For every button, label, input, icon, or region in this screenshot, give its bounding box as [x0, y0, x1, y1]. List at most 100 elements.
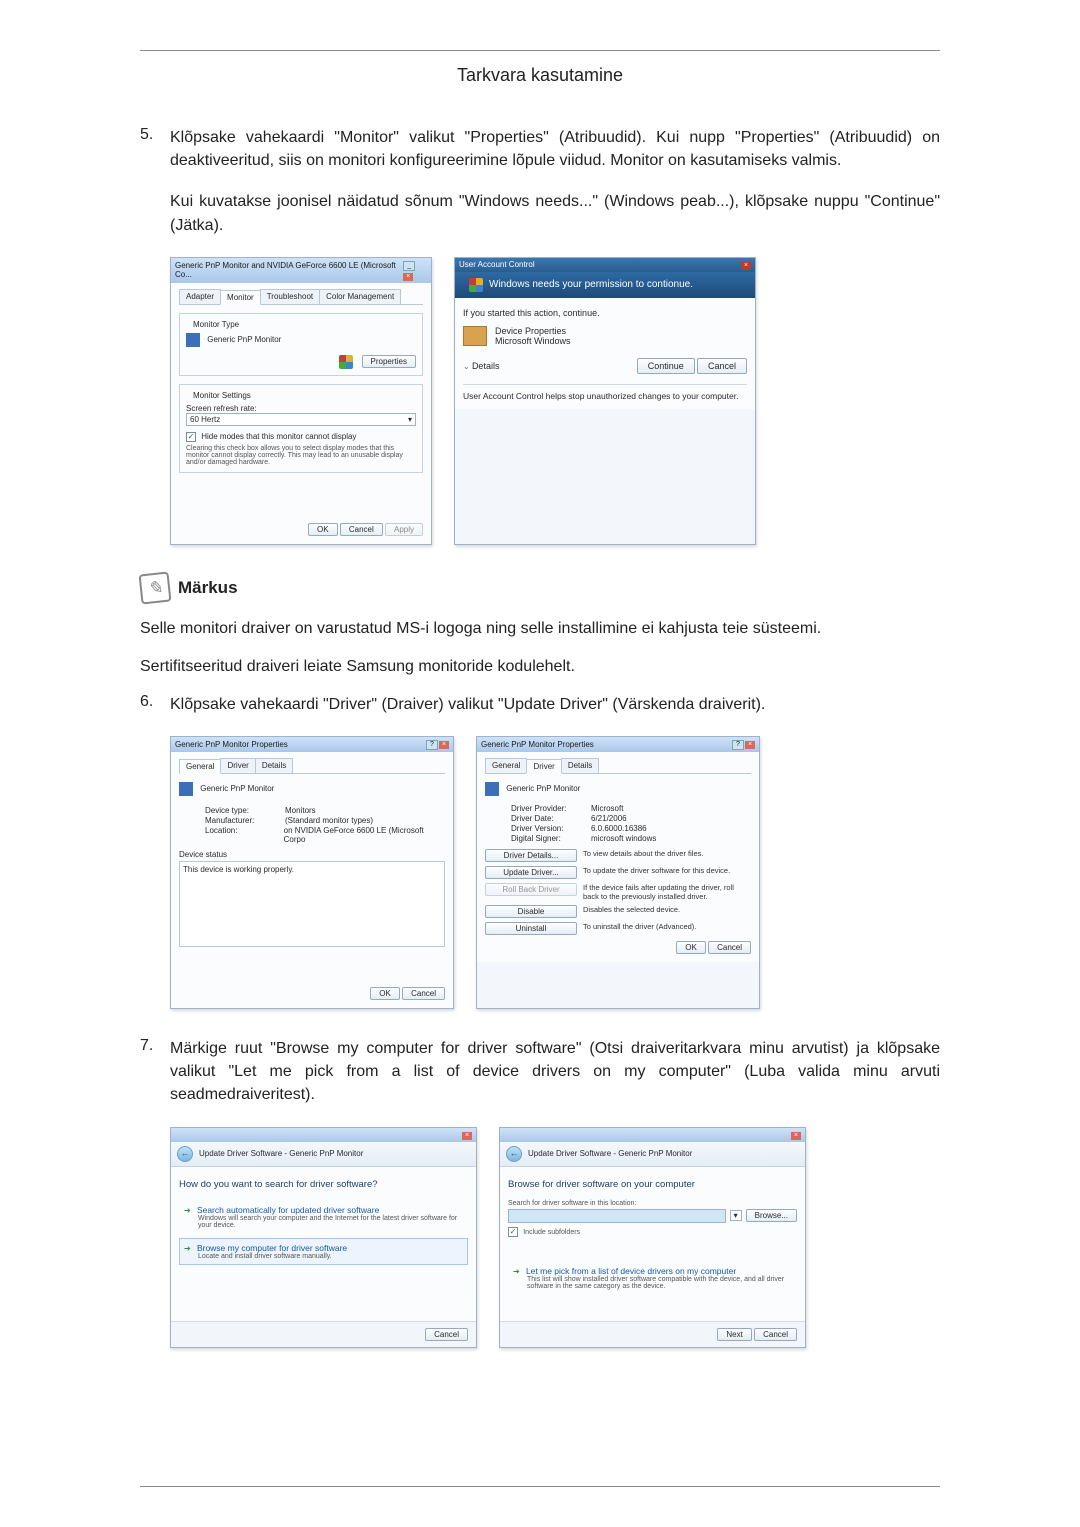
- hide-modes-checkbox[interactable]: ✓: [186, 432, 196, 442]
- browse-button[interactable]: Browse...: [746, 1209, 797, 1222]
- tab-monitor[interactable]: Monitor: [220, 290, 261, 305]
- browse-computer-option[interactable]: ➔ Browse my computer for driver software…: [179, 1238, 468, 1265]
- close-icon[interactable]: ×: [462, 1132, 472, 1140]
- driver-provider-value: Microsoft: [591, 804, 623, 813]
- disable-button[interactable]: Disable: [485, 905, 577, 918]
- cancel-button[interactable]: Cancel: [754, 1328, 797, 1341]
- search-auto-option[interactable]: ➔ Search automatically for updated drive…: [179, 1200, 468, 1234]
- dialog-titlebar: ×: [171, 1128, 476, 1142]
- figure-row-3: × ← Update Driver Software - Generic PnP…: [170, 1127, 940, 1348]
- monitor-name: Generic PnP Monitor: [200, 784, 274, 793]
- arrow-icon: ➔: [184, 1244, 191, 1253]
- tab-troubleshoot[interactable]: Troubleshoot: [260, 289, 320, 304]
- close-icon[interactable]: ×: [741, 262, 751, 270]
- uac-subtext: If you started this action, continue.: [463, 308, 747, 318]
- monitor-name: Generic PnP Monitor: [506, 784, 580, 793]
- tab-adapter[interactable]: Adapter: [179, 289, 221, 304]
- cancel-button[interactable]: Cancel: [708, 941, 751, 954]
- close-icon[interactable]: ×: [791, 1132, 801, 1140]
- close-icon[interactable]: ×: [439, 741, 449, 749]
- monitor-icon: [186, 333, 200, 347]
- figure-row-2: Generic PnP Monitor Properties ?× Genera…: [170, 736, 940, 1009]
- tab-driver[interactable]: Driver: [526, 759, 561, 774]
- back-icon[interactable]: ←: [177, 1146, 193, 1162]
- step-text: Klõpsake vahekaardi "Driver" (Draiver) v…: [170, 693, 940, 716]
- device-type-label: Device type:: [205, 806, 285, 815]
- note-text-2: Sertifitseeritud draiveri leiate Samsung…: [140, 655, 940, 679]
- window-buttons: _ ×: [402, 260, 427, 281]
- uac-details-toggle[interactable]: Details: [472, 361, 500, 371]
- wizard-header: ← Update Driver Software - Generic PnP M…: [171, 1142, 476, 1167]
- uninstall-button[interactable]: Uninstall: [485, 922, 577, 935]
- close-icon[interactable]: ×: [745, 741, 755, 749]
- chevron-down-icon[interactable]: ▾: [730, 1210, 742, 1221]
- apply-button[interactable]: Apply: [385, 523, 423, 536]
- step-number: 5.: [140, 126, 170, 172]
- arrow-icon: ➔: [184, 1206, 191, 1215]
- step-number: 6.: [140, 693, 170, 716]
- ok-button[interactable]: OK: [308, 523, 338, 536]
- ok-button[interactable]: OK: [370, 987, 400, 1000]
- device-type-value: Monitors: [285, 806, 316, 815]
- tab-details[interactable]: Details: [255, 758, 293, 773]
- tab-general[interactable]: General: [179, 759, 221, 774]
- document-page: Tarkvara kasutamine 5. Klõpsake vahekaar…: [0, 0, 1080, 1527]
- device-status-box: This device is working properly.: [179, 861, 445, 947]
- monitor-properties-general-dialog: Generic PnP Monitor Properties ?× Genera…: [170, 736, 454, 1009]
- let-me-pick-option[interactable]: ➔ Let me pick from a list of device driv…: [508, 1261, 797, 1295]
- arrow-icon: ➔: [513, 1267, 520, 1276]
- minimize-icon[interactable]: _: [403, 261, 415, 271]
- hide-modes-label: Hide modes that this monitor cannot disp…: [201, 432, 356, 441]
- cancel-button[interactable]: Cancel: [425, 1328, 468, 1341]
- include-subfolders-checkbox[interactable]: ✓: [508, 1227, 518, 1237]
- wizard-heading: How do you want to search for driver sof…: [179, 1179, 468, 1190]
- tab-details[interactable]: Details: [561, 758, 599, 773]
- properties-button[interactable]: Properties: [362, 355, 416, 368]
- tab-color-management[interactable]: Color Management: [319, 289, 401, 304]
- uac-title: User Account Control: [459, 260, 535, 269]
- refresh-rate-label: Screen refresh rate:: [186, 404, 416, 413]
- disable-desc: Disables the selected device.: [583, 905, 751, 914]
- dialog-titlebar: Generic PnP Monitor Properties ?×: [477, 737, 759, 752]
- note-text-1: Selle monitori draiver on varustatud MS-…: [140, 617, 940, 641]
- dialog-titlebar: Generic PnP Monitor and NVIDIA GeForce 6…: [171, 258, 431, 283]
- tab-driver[interactable]: Driver: [220, 758, 255, 773]
- refresh-rate-value: 60 Hertz: [190, 415, 220, 424]
- uac-program: Device Properties: [495, 326, 571, 336]
- hide-modes-description: Clearing this check box allows you to se…: [186, 445, 416, 466]
- next-button[interactable]: Next: [717, 1328, 751, 1341]
- dialog-tabs: Adapter Monitor Troubleshoot Color Manag…: [179, 289, 423, 305]
- driver-details-button[interactable]: Driver Details...: [485, 849, 577, 862]
- wizard-heading: Browse for driver software on your compu…: [508, 1179, 797, 1190]
- continue-button[interactable]: Continue: [637, 358, 695, 374]
- option-desc: Windows will search your computer and th…: [198, 1215, 463, 1229]
- cancel-button[interactable]: Cancel: [697, 358, 747, 374]
- driver-provider-label: Driver Provider:: [511, 804, 591, 813]
- breadcrumb: Update Driver Software - Generic PnP Mon…: [528, 1149, 692, 1158]
- refresh-rate-select[interactable]: 60 Hertz ▾: [186, 413, 416, 426]
- help-icon[interactable]: ?: [426, 740, 438, 750]
- option-title: Let me pick from a list of device driver…: [526, 1266, 736, 1276]
- dialog-title: Generic PnP Monitor Properties: [481, 740, 594, 749]
- back-icon[interactable]: ←: [506, 1146, 522, 1162]
- manufacturer-value: (Standard monitor types): [285, 816, 373, 825]
- rollback-driver-button[interactable]: Roll Back Driver: [485, 883, 577, 896]
- ok-button[interactable]: OK: [676, 941, 706, 954]
- chevron-down-icon[interactable]: ⌄: [463, 362, 470, 371]
- cancel-button[interactable]: Cancel: [340, 523, 383, 536]
- cancel-button[interactable]: Cancel: [402, 987, 445, 1000]
- page-header: Tarkvara kasutamine: [140, 65, 940, 86]
- update-driver-button[interactable]: Update Driver...: [485, 866, 577, 879]
- breadcrumb: Update Driver Software - Generic PnP Mon…: [199, 1149, 363, 1158]
- program-icon: [463, 326, 487, 346]
- step-5: 5. Klõpsake vahekaardi "Monitor" valikut…: [140, 126, 940, 172]
- help-icon[interactable]: ?: [732, 740, 744, 750]
- close-icon[interactable]: ×: [403, 273, 413, 281]
- tab-general[interactable]: General: [485, 758, 527, 773]
- dialog-title: Generic PnP Monitor and NVIDIA GeForce 6…: [175, 261, 402, 279]
- driver-version-value: 6.0.6000.16386: [591, 824, 647, 833]
- note-heading: ✎ Märkus: [140, 573, 940, 603]
- driver-details-desc: To view details about the driver files.: [583, 849, 751, 858]
- option-title: Browse my computer for driver software: [197, 1243, 347, 1253]
- path-input[interactable]: [508, 1209, 726, 1223]
